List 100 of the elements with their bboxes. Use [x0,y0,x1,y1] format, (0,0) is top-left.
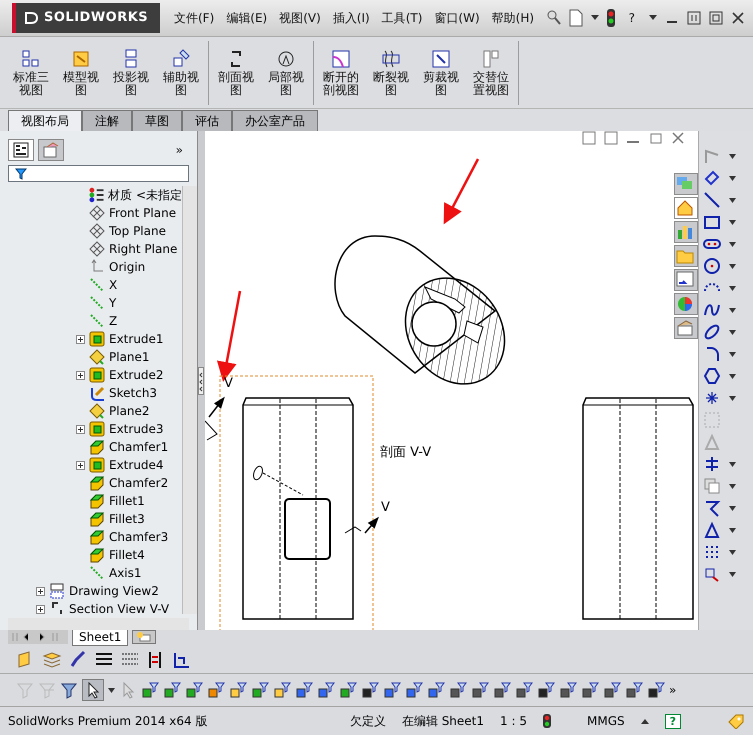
ribbon-button[interactable]: 剪裁视图 [418,41,464,105]
help-button[interactable]: ? [664,714,681,728]
caret-icon[interactable] [729,198,736,202]
caret-icon[interactable] [729,352,736,356]
selection-filter-icon[interactable] [559,681,577,699]
selection-filter-icon[interactable] [537,681,555,699]
selection-filter-icon[interactable] [515,681,533,699]
tree-item[interactable]: Extrude3 [109,422,164,436]
tree-item[interactable]: 材质 <未指定 [108,188,182,202]
tree-item[interactable]: Chamfer2 [109,476,168,490]
caret-icon[interactable] [729,506,736,510]
selection-filter-icon[interactable] [493,681,511,699]
spline-icon[interactable] [703,301,722,319]
caret-icon[interactable] [729,242,736,246]
expand-icon[interactable] [36,604,45,614]
circle-icon[interactable] [703,257,722,275]
view-palette-icon[interactable] [674,269,698,291]
scrollbar[interactable] [8,618,189,630]
tree-item[interactable]: X [109,278,118,292]
add-sheet-icon[interactable] [132,630,156,644]
caret-icon[interactable] [729,176,736,180]
tree-item[interactable]: Right Plane [109,242,178,256]
tree-item[interactable]: Plane1 [109,350,150,364]
caret-icon[interactable] [108,688,115,692]
cylinder-view-drawing[interactable] [582,397,694,620]
line-icon[interactable] [703,191,722,209]
command-tab[interactable]: 草图 [132,110,182,131]
caret-icon[interactable] [729,286,736,290]
selection-filter-icon[interactable] [251,681,269,699]
menu-item[interactable]: 插入(I) [326,8,376,28]
units-button[interactable]: MMGS [586,714,625,728]
tree-item[interactable]: Front Plane [109,206,176,220]
expand-button[interactable]: » [170,140,189,160]
selection-filter-icon[interactable] [207,681,225,699]
selection-filter-icon[interactable] [339,681,357,699]
tree-item[interactable]: Plane2 [109,404,150,418]
filter-field[interactable] [8,165,189,182]
tree-item[interactable]: Chamfer1 [109,440,168,454]
selection-filter-icon[interactable] [229,681,247,699]
selection-filter-icon[interactable] [185,681,203,699]
selection-filter-icon[interactable] [405,681,423,699]
ribbon-button[interactable]: 交替位置视图 [468,41,514,105]
expand-icon[interactable] [76,370,85,380]
help-button[interactable]: ? [622,8,641,28]
tree-item[interactable]: Sketch3 [109,386,158,400]
cylinder-view-drawing[interactable] [242,397,354,620]
menu-item[interactable]: 工具(T) [376,8,428,28]
caret-icon[interactable] [590,14,599,21]
scrollbar[interactable] [182,186,197,614]
section-view-drawing[interactable] [334,235,506,385]
tree-item[interactable]: Origin [109,260,146,274]
tree-item[interactable]: Y [109,296,116,310]
ribbon-button[interactable]: 标准三视图 [8,41,54,105]
ribbon-button[interactable]: 断裂视图 [368,41,414,105]
maximize-icon[interactable] [709,10,723,25]
command-tab[interactable]: 视图布局 [8,110,82,131]
menu-item[interactable]: 帮助(H) [486,8,540,28]
caret-icon[interactable] [729,308,736,312]
more-button[interactable]: » [669,682,676,698]
caret-icon[interactable] [729,396,736,400]
tree-item[interactable]: Drawing View2 [69,584,159,598]
ribbon-button[interactable]: 断开的剖视图 [318,41,364,105]
expand-icon[interactable] [76,334,85,344]
caret-icon[interactable] [729,462,736,466]
tile-icon[interactable] [687,10,701,25]
ribbon-button[interactable]: 局部视图 [263,41,309,105]
caret-icon[interactable] [729,528,736,532]
selection-filter-icon[interactable] [295,681,313,699]
selection-filter-icon[interactable] [647,681,665,699]
command-tab[interactable]: 办公室产品 [232,110,318,131]
tree-item[interactable]: Top Plane [109,224,166,238]
caret-icon[interactable] [729,484,736,488]
close-icon[interactable] [731,10,745,25]
command-tab[interactable]: 评估 [182,110,232,131]
ellipse-icon[interactable] [703,323,722,341]
caret-icon[interactable] [729,374,736,378]
new-document-icon[interactable] [568,8,583,27]
ribbon-button[interactable]: 剖面视图 [213,41,259,105]
pointer-button[interactable] [82,679,104,701]
tag-icon[interactable] [727,713,745,729]
selection-filter-icon[interactable] [361,681,379,699]
caret-icon[interactable] [729,220,736,224]
selection-filter-icon[interactable] [273,681,291,699]
selection-filter-icon[interactable] [625,681,643,699]
menu-item[interactable]: 视图(V) [273,8,327,28]
tree-item[interactable]: Extrude4 [109,458,164,472]
feature-tree-tab[interactable] [8,139,34,161]
tree-item[interactable]: Fillet1 [109,494,145,508]
expand-icon[interactable] [36,586,45,596]
sketch-pattern-icon[interactable] [703,521,722,539]
ribbon-button[interactable]: 投影视图 [108,41,154,105]
property-tab[interactable] [38,139,64,161]
tree-item[interactable]: Extrude1 [109,332,164,346]
command-tab[interactable]: 注解 [82,110,132,131]
selection-filter-icon[interactable] [141,681,159,699]
home-icon[interactable] [674,197,698,219]
caret-icon[interactable] [729,330,736,334]
selection-filter-icon[interactable] [603,681,621,699]
selection-filter-icon[interactable] [383,681,401,699]
sheet-tab[interactable]: Sheet1 [72,630,128,646]
